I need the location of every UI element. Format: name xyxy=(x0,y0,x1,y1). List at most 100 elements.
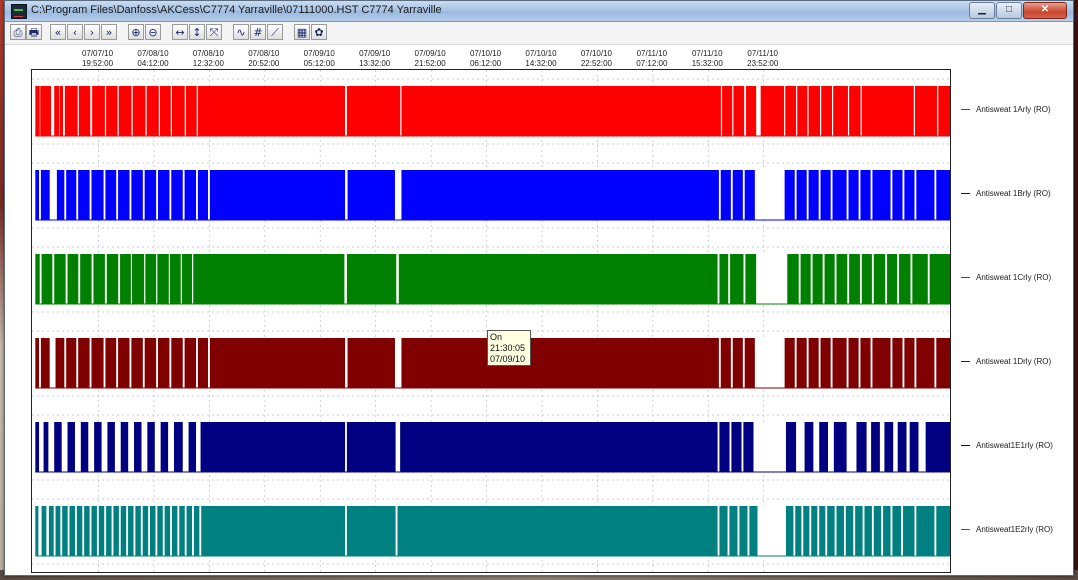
scroll-next-icon[interactable]: › xyxy=(84,24,100,40)
series-off-segment xyxy=(195,422,201,472)
maximize-button[interactable]: □ xyxy=(996,2,1022,19)
series-off-segment xyxy=(343,254,348,304)
fit-vertical-icon[interactable]: ↕ xyxy=(189,24,205,40)
tick-date: 07/08/10 xyxy=(192,49,224,58)
settings-icon[interactable]: ✿ xyxy=(311,24,327,40)
legend-item: Antisweat 1Crly (RO) xyxy=(961,273,1051,282)
table-view-icon[interactable]: ▦ xyxy=(294,24,310,40)
series-off-segment xyxy=(182,422,189,472)
tick-date: 07/08/10 xyxy=(248,49,280,58)
time-tick-label: 07/11/10 07:12:00 xyxy=(622,49,682,69)
time-tick-label: 07/07/10 19:52:00 xyxy=(68,49,128,69)
series-off-segment xyxy=(812,422,820,472)
legend-swatch xyxy=(961,361,970,363)
series-off-segment xyxy=(37,506,42,556)
tick-date: 07/11/10 xyxy=(747,49,778,58)
series-off-segment xyxy=(154,422,162,472)
tick-time: 21:52:00 xyxy=(414,59,446,68)
legend-swatch xyxy=(961,109,970,111)
fit-all-icon[interactable]: ⤧ xyxy=(206,24,222,40)
legend-swatch xyxy=(961,193,970,195)
series-off-segment xyxy=(879,422,885,472)
series-on-band[interactable] xyxy=(35,170,950,220)
legend-label: Antisweat 1Drly (RO) xyxy=(976,357,1052,366)
title-bar[interactable]: C:\Program Files\Danfoss\AKCess\C7774 Ya… xyxy=(5,1,1073,22)
tick-date: 07/11/10 xyxy=(691,49,723,58)
axis-scale-icon[interactable]: ⟋ xyxy=(267,24,283,40)
window-title: C:\Program Files\Danfoss\AKCess\C7774 Ya… xyxy=(31,4,442,16)
series-off-segment xyxy=(114,422,122,472)
tick-date: 07/09/10 xyxy=(359,49,391,58)
series-off-segment xyxy=(38,422,44,472)
legend-label: Antisweat1E1rly (RO) xyxy=(976,441,1053,450)
scroll-last-icon[interactable]: » xyxy=(101,24,117,40)
zoom-in-icon[interactable]: ⊕ xyxy=(128,24,144,40)
print-icon[interactable]: 🖶 xyxy=(26,24,42,40)
grid-toggle-icon[interactable]: # xyxy=(250,24,266,40)
legend-swatch xyxy=(961,445,970,447)
tick-time: 23:52:00 xyxy=(747,59,779,68)
time-tick-label: 07/09/10 05:12:00 xyxy=(289,49,349,69)
tick-time: 15:32:00 xyxy=(691,59,723,68)
series-off-segment xyxy=(47,422,55,472)
time-tick-label: 07/11/10 15:32:00 xyxy=(677,49,737,69)
tick-date: 07/11/10 xyxy=(636,49,668,58)
fit-horizontal-icon[interactable]: ↔ xyxy=(172,24,188,40)
state-timeline-chart[interactable] xyxy=(32,70,950,572)
time-tick-label: 07/09/10 13:32:00 xyxy=(345,49,405,69)
series-off-segment xyxy=(87,422,95,472)
scroll-prev-icon[interactable]: ‹ xyxy=(67,24,83,40)
tick-time: 06:12:00 xyxy=(469,59,502,68)
series-off-segment xyxy=(101,422,108,472)
toolbar: ⎙ 🖶 «‹ ›» ⊕ ⊖ ↔ ↕ ⤧ ∿ # ⟋ ▦ ✿ xyxy=(5,22,1073,45)
series-off-segment xyxy=(755,254,788,304)
series-off-segment xyxy=(757,506,787,556)
time-tick-label: 07/11/10 23:52:00 xyxy=(733,49,793,69)
zoom-out-icon[interactable]: ⊖ xyxy=(145,24,161,40)
legend-label: Antisweat 1Arly (RO) xyxy=(976,105,1051,114)
legend-item: Antisweat1E1rly (RO) xyxy=(961,441,1053,450)
close-button[interactable]: ✕ xyxy=(1023,2,1067,19)
legend-label: Antisweat1E2rly (RO) xyxy=(976,525,1053,534)
scroll-first-icon[interactable]: « xyxy=(50,24,66,40)
legend-item: Antisweat 1Drly (RO) xyxy=(961,357,1051,366)
curve-style-icon[interactable]: ∿ xyxy=(233,24,249,40)
series-off-segment xyxy=(906,422,911,472)
series-off-segment xyxy=(395,254,400,304)
tick-time: 05:12:00 xyxy=(303,59,335,68)
legend-item: Antisweat 1Brly (RO) xyxy=(961,189,1051,198)
time-axis: 07/07/10 19:52:00 07/08/10 04:12:00 07/08/10… xyxy=(5,45,1073,69)
tooltip-time: 21:30:05 xyxy=(490,343,526,353)
tick-time: 07:12:00 xyxy=(636,59,668,68)
legend-label: Antisweat 1Brly (RO) xyxy=(976,189,1051,198)
legend-swatch xyxy=(961,529,970,531)
legend-item: Antisweat1E2rly (RO) xyxy=(961,525,1053,534)
tick-date: 07/09/10 xyxy=(303,49,335,58)
plot-area[interactable] xyxy=(31,69,951,573)
tick-date: 07/08/10 xyxy=(137,49,169,58)
series-off-segment xyxy=(74,422,82,472)
time-tick-label: 07/09/10 21:52:00 xyxy=(400,49,460,69)
tick-time: 20:52:00 xyxy=(248,59,280,68)
time-tick-label: 07/10/10 14:32:00 xyxy=(511,49,571,69)
series-off-segment xyxy=(866,422,872,472)
series-off-segment xyxy=(753,422,787,472)
time-tick-label: 07/08/10 20:52:00 xyxy=(234,49,294,69)
series-off-segment xyxy=(49,170,58,220)
tick-time: 22:52:00 xyxy=(580,59,612,68)
series-off-segment xyxy=(754,170,786,220)
series-off-segment xyxy=(795,422,805,472)
minimize-button[interactable]: ▁ xyxy=(969,2,995,19)
time-tick-label: 07/08/10 12:32:00 xyxy=(178,49,238,69)
series-off-segment xyxy=(50,86,55,136)
tick-date: 07/10/10 xyxy=(525,49,557,58)
tick-time: 12:32:00 xyxy=(192,59,224,68)
legend-item: Antisweat 1Arly (RO) xyxy=(961,105,1051,114)
series-off-segment xyxy=(45,506,50,556)
legend-swatch xyxy=(961,277,970,279)
app-icon[interactable] xyxy=(11,4,27,19)
tick-date: 07/10/10 xyxy=(580,49,612,58)
print-preview-icon[interactable]: ⎙ xyxy=(10,24,26,40)
series-off-segment xyxy=(344,338,348,388)
series-off-segment xyxy=(167,422,175,472)
